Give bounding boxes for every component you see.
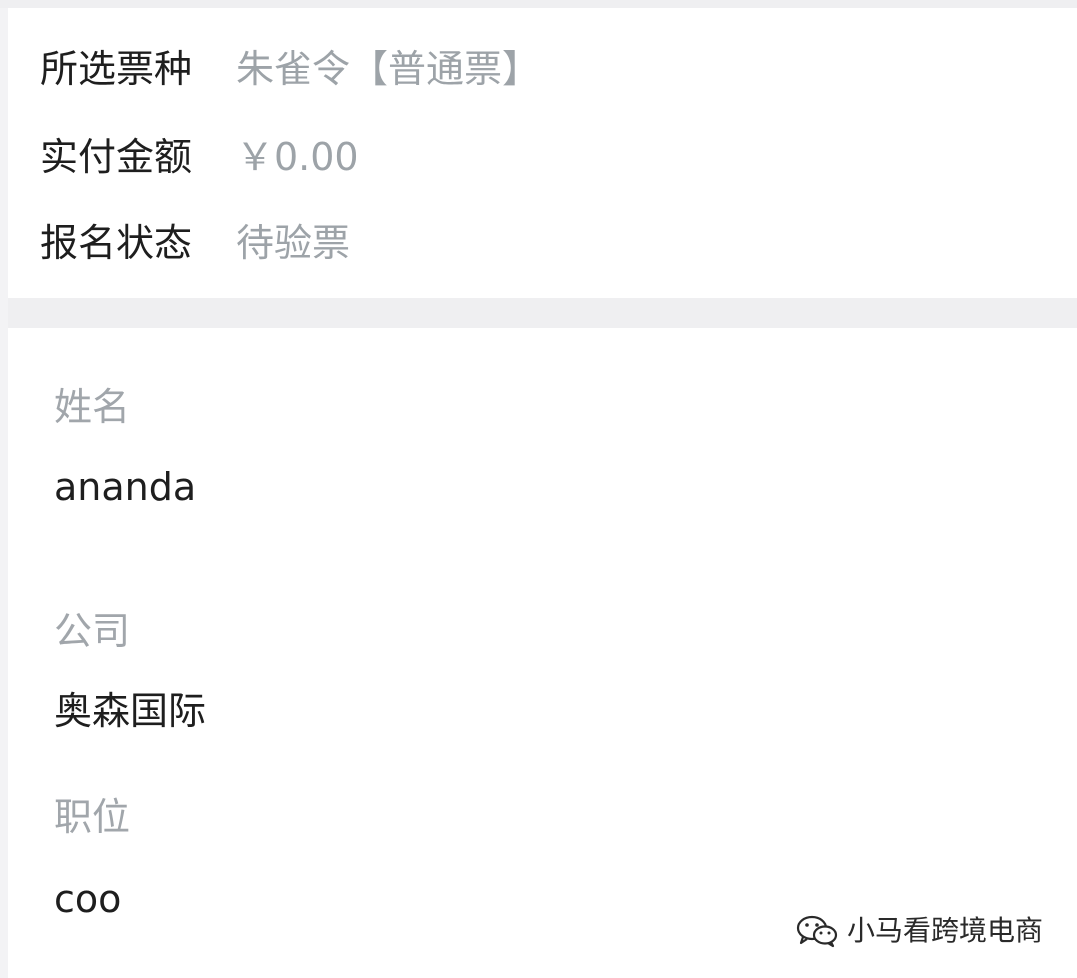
amount-paid-row: 实付金额 ￥0.00 — [40, 132, 359, 182]
amount-paid-label: 实付金额 — [40, 135, 193, 179]
name-label: 姓名 — [54, 385, 131, 429]
registration-status-label: 报名状态 — [40, 221, 193, 265]
position-value: coo — [54, 877, 122, 921]
wechat-icon — [796, 915, 838, 948]
order-summary: 所选票种 朱雀令【普通票】 实付金额 ￥0.00 报名状态 待验票 — [8, 8, 1077, 298]
registration-status-row: 报名状态 待验票 — [40, 218, 350, 268]
attendee-info: 姓名 ananda 公司 奥森国际 职位 coo 小马看跨境电商 — [8, 328, 1077, 978]
position-label: 职位 — [54, 795, 131, 839]
name-value: ananda — [54, 465, 197, 509]
amount-paid-value: ￥0.00 — [236, 135, 359, 179]
ticket-type-value: 朱雀令【普通票】 — [236, 47, 541, 91]
top-divider — [0, 0, 1077, 8]
registration-status-value: 待验票 — [236, 221, 351, 265]
company-label: 公司 — [54, 609, 131, 653]
ticket-type-label: 所选票种 — [40, 47, 193, 91]
left-edge-shade — [0, 0, 8, 978]
watermark-text: 小马看跨境电商 — [846, 914, 1043, 947]
section-divider — [8, 298, 1077, 328]
company-value: 奥森国际 — [54, 689, 207, 733]
watermark: 小马看跨境电商 — [795, 914, 1043, 948]
ticket-type-row: 所选票种 朱雀令【普通票】 — [40, 44, 540, 94]
